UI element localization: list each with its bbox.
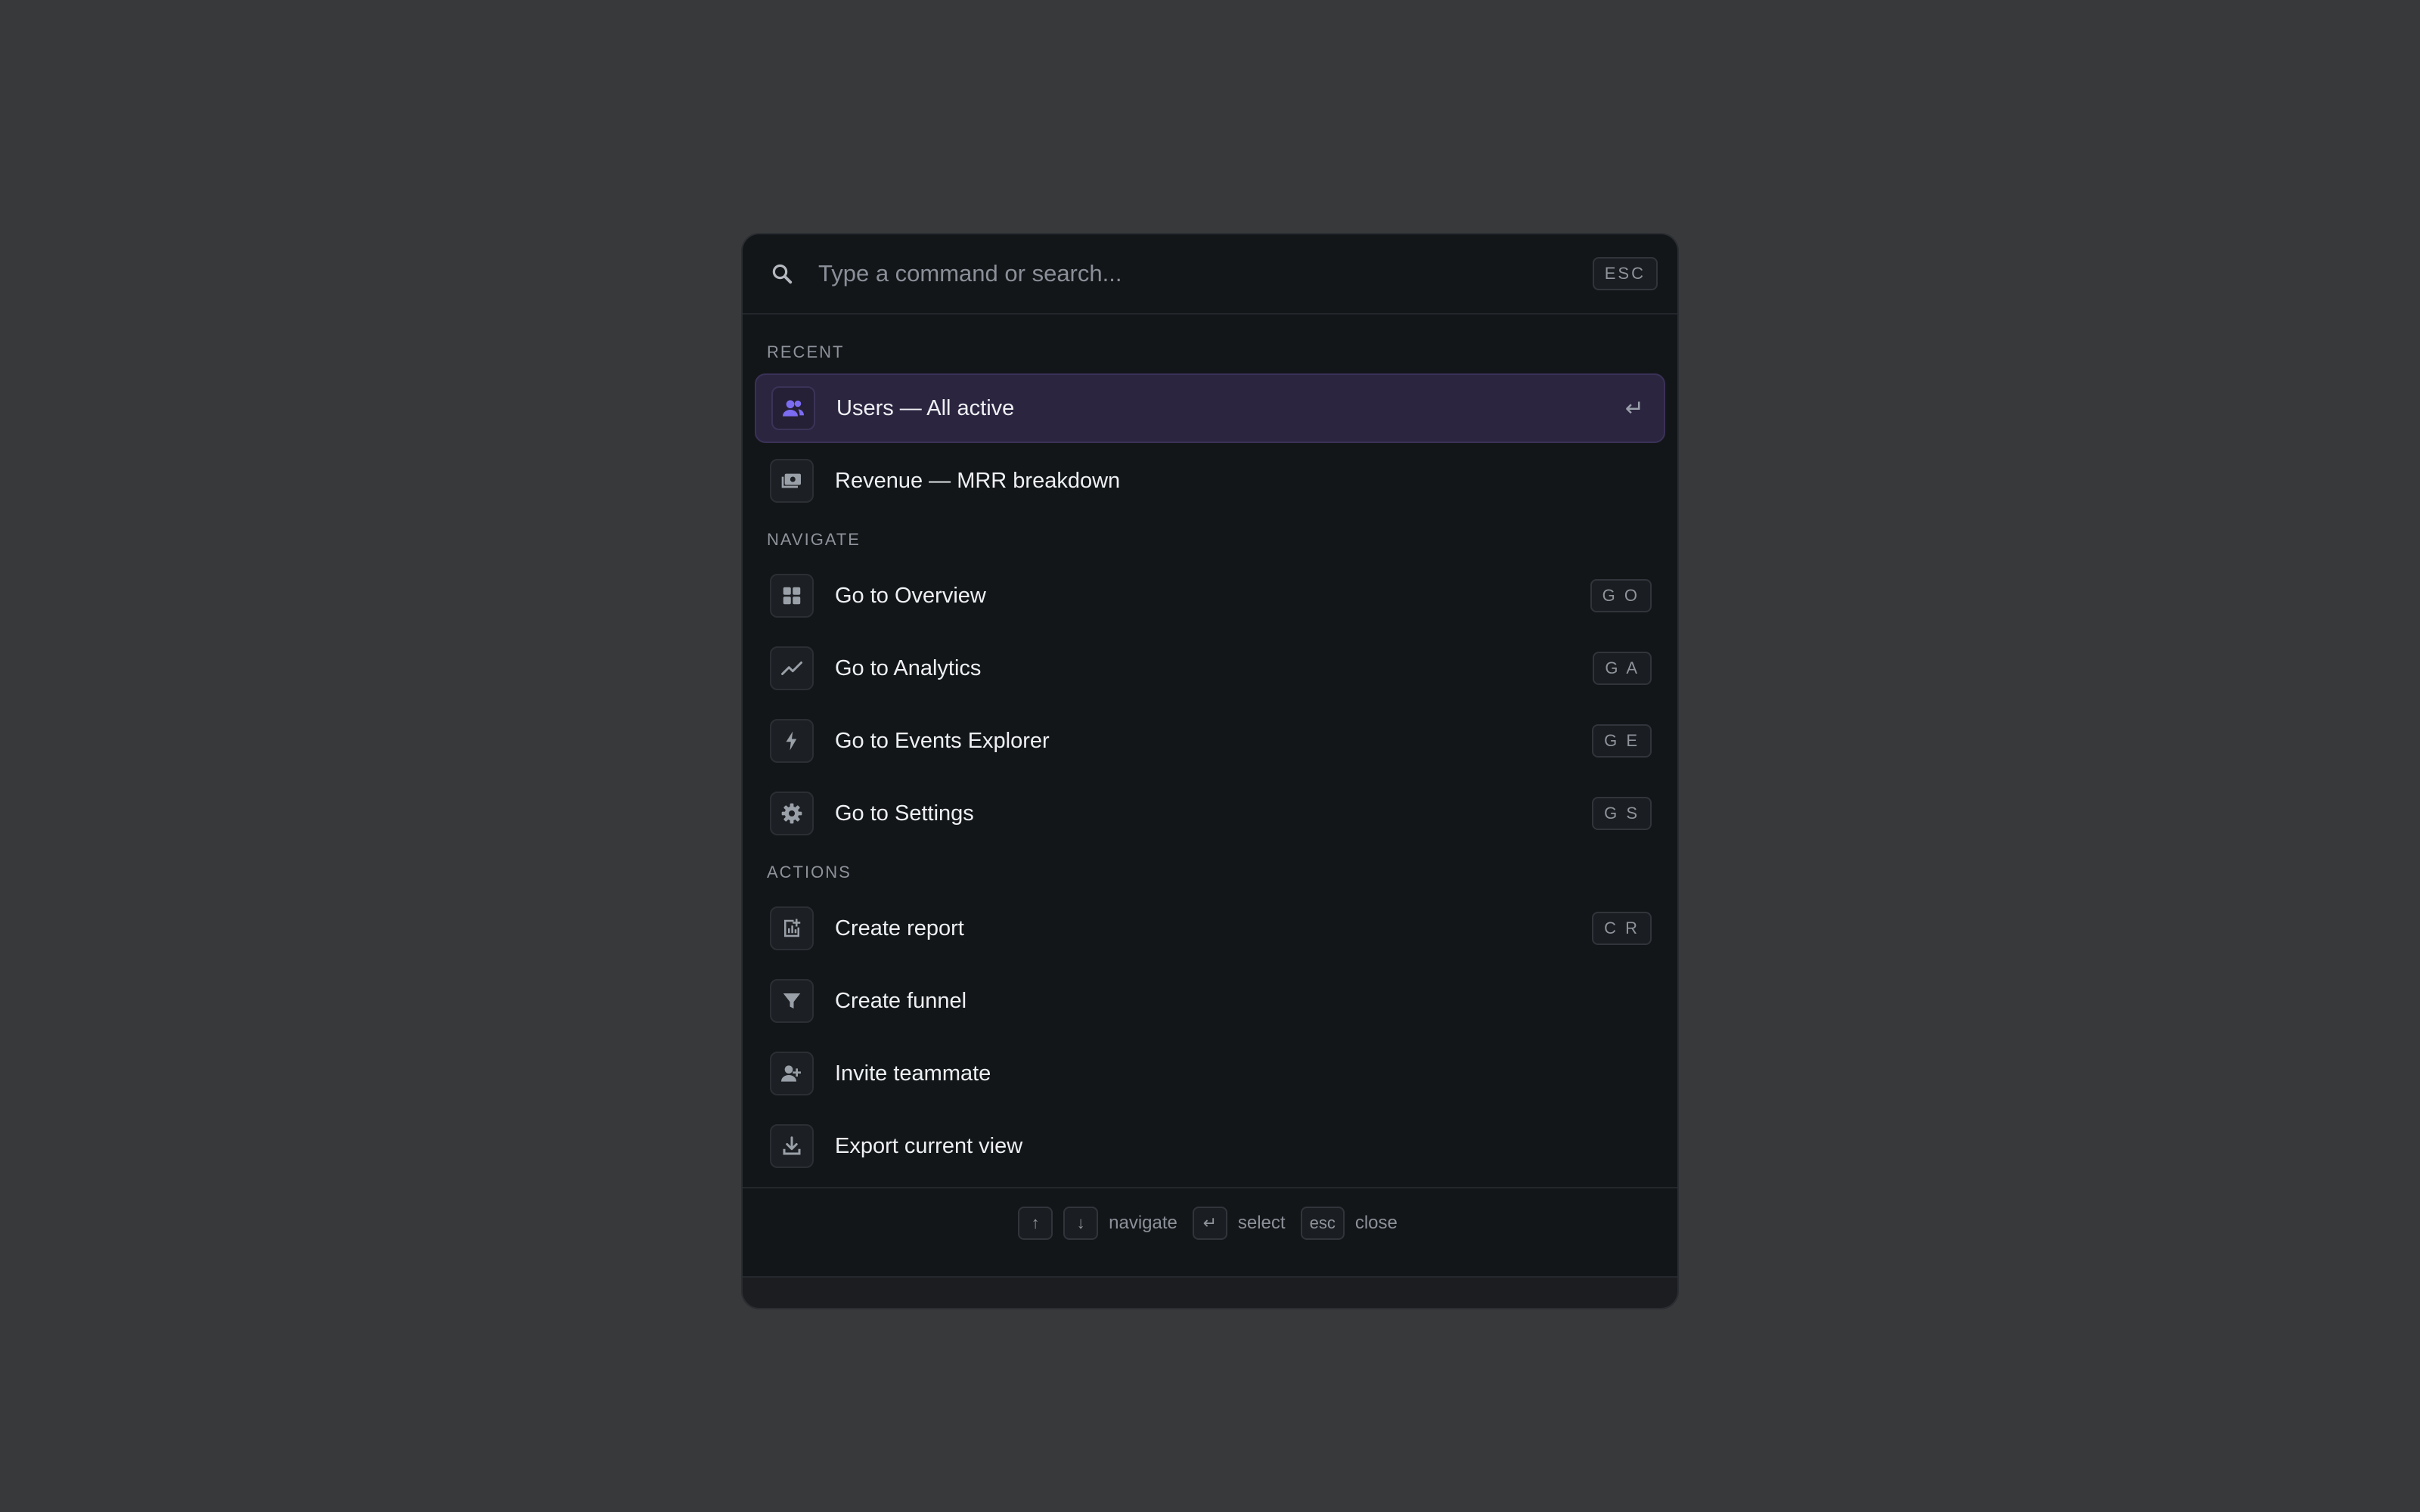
shortcut-hint: G A [1593,652,1652,685]
command-item-label: Revenue — MRR breakdown [835,468,1121,493]
command-item-label: Users — All active [836,395,1015,420]
command-item-label: Invite teammate [835,1061,991,1086]
command-item-create-funnel[interactable]: Create funnel [755,966,1665,1036]
command-item-label: Export current view [835,1133,1023,1158]
command-item-label: Create funnel [835,988,967,1013]
search-icon [768,260,796,287]
grid-icon [770,574,814,618]
search-input[interactable] [818,260,1593,287]
enter-key: ↵ [1192,1207,1227,1240]
keyboard-hints-footer: ↑ ↓ navigate ↵ select esc close [743,1187,1677,1258]
bolt-icon [770,719,814,763]
command-item-export-view[interactable]: Export current view [755,1111,1665,1181]
close-hint-label: close [1354,1213,1398,1233]
command-list: RECENT Users — All active ↵ Revenue — MR… [743,314,1677,1181]
shortcut-hint: G E [1592,724,1652,758]
gear-icon [770,792,814,835]
command-item-users-all-active[interactable]: Users — All active ↵ [755,373,1665,443]
command-item-label: Go to Events Explorer [835,728,1050,753]
command-palette-body: ESC RECENT Users — All active ↵ Revenue … [743,234,1677,1278]
search-bar: ESC [743,234,1677,314]
section-label-actions: ACTIONS [767,863,852,881]
command-item-go-analytics[interactable]: Go to Analytics G A [755,634,1665,703]
shortcut-hint: G O [1590,579,1652,612]
shortcut-hint: C R [1592,912,1652,945]
command-item-create-report[interactable]: Create report C R [755,894,1665,963]
command-item-invite-teammate[interactable]: Invite teammate [755,1039,1665,1108]
funnel-icon [770,979,814,1023]
command-item-go-overview[interactable]: Go to Overview G O [755,561,1665,631]
command-item-label: Create report [835,916,964,940]
shortcut-hint: G S [1592,797,1652,830]
download-icon [770,1124,814,1168]
navigate-hint-label: navigate [1109,1213,1177,1233]
arrow-up-key: ↑ [1018,1207,1053,1240]
money-icon [770,459,814,503]
trend-icon [770,646,814,690]
report-icon [770,906,814,950]
select-hint-label: select [1237,1213,1286,1233]
esc-key-hint[interactable]: ESC [1592,257,1658,290]
esc-key: esc [1300,1207,1345,1240]
user-plus-icon [770,1052,814,1095]
command-item-label: Go to Overview [835,583,986,608]
command-item-label: Go to Analytics [835,655,982,680]
command-item-go-events-explorer[interactable]: Go to Events Explorer G E [755,706,1665,776]
users-icon [771,386,815,430]
command-item-revenue-mrr[interactable]: Revenue — MRR breakdown [755,446,1665,516]
arrow-down-key: ↓ [1063,1207,1099,1240]
section-label-recent: RECENT [767,342,845,361]
command-item-label: Go to Settings [835,801,974,826]
section-label-navigate: NAVIGATE [767,530,861,549]
enter-icon: ↵ [1624,395,1644,421]
command-item-go-settings[interactable]: Go to Settings G S [755,779,1665,848]
command-palette: ESC RECENT Users — All active ↵ Revenue … [741,233,1679,1309]
